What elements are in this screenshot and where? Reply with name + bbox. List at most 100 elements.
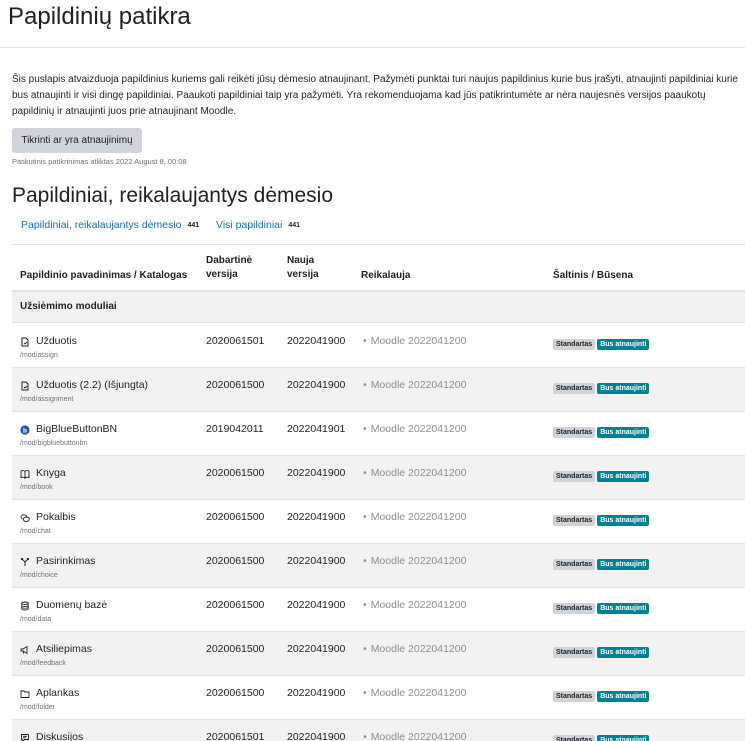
page-title: Papildinių patikra [8,3,191,30]
plugin-name: Duomenų bazė [36,599,108,611]
status-badges: Standartas Bus atnaujinti [553,645,650,658]
requires-item: • Moodle 2022041200 [363,731,466,741]
requires-item: • Moodle 2022041200 [363,335,466,347]
plugin-directory: /mod/folder [20,704,56,711]
forum-icon [20,733,30,741]
source-badge: Standartas [553,559,596,570]
source-badge: Standartas [553,691,596,702]
table-row: b BigBlueButtonBN/mod/bigbluebuttonbn 2019… [12,412,745,456]
current-version: 2020061500 [206,379,265,391]
bullet-icon: • [363,467,367,479]
table-row: Diskusijos/mod/forum20200615012022041900… [12,720,745,741]
database-icon [20,601,30,611]
filters-divider [12,244,745,245]
new-version: 2022041900 [287,335,346,347]
requires-text: Moodle 2022041200 [370,335,467,347]
status-badge: Bus atnaujinti [597,383,650,394]
requires-item: • Moodle 2022041200 [363,423,466,435]
status-badges: Standartas Bus atnaujinti [553,337,650,350]
column-header-current-version: Dabartinė versija [206,254,252,282]
bullet-icon: • [363,511,367,523]
requires-item: • Moodle 2022041200 [363,379,466,391]
folder-icon [20,689,30,699]
assignment-icon [20,337,30,347]
filter-all-link[interactable]: Visi papildiniai 441 [216,219,300,231]
bullet-icon: • [363,423,367,435]
plugin-name: Pasirinkimas [36,555,96,567]
table-row: Pokalbis/mod/chat 2020061500 2022041900 • Mo… [12,500,745,544]
requires-item: • Moodle 2022041200 [363,555,466,567]
plugin-name: Aplankas [36,687,80,699]
intro-text: Šis puslapis atvaizduoja papildinius kur… [12,74,738,117]
requires-text: Moodle 2022041200 [370,511,467,523]
source-badge: Standartas [553,603,596,614]
status-badge: Bus atnaujinti [597,559,650,570]
table-row: Užduotis (2.2) (Išjungta) /mod/assignment… [12,368,745,412]
plugin-name: Užduotis [36,335,77,347]
new-version: 2022041900 [287,511,346,523]
feedback-icon [20,645,30,655]
table-row: Pasirinkimas/mod/choice 2020061500 2022041… [12,544,745,588]
bullet-icon: • [363,731,367,741]
requires-text: Moodle 2022041200 [370,731,467,741]
column-header-current-line2: versija [206,269,238,280]
source-badge: Standartas [553,735,596,741]
current-version: 2019042011 [206,423,264,435]
requires-text: Moodle 2022041200 [370,467,467,479]
requires-text: Moodle 2022041200 [370,555,467,567]
plugin-name: Diskusijos [36,731,84,741]
column-header-new-line1: Nauja [287,255,315,266]
current-version: 2020061501 [206,335,265,347]
bullet-icon: • [363,643,367,655]
column-header-requires: Reikalauja [361,270,411,281]
plugin-directory: /mod/choice [20,572,58,579]
group-row-activity-modules: Užsiėmimo moduliai [12,292,745,323]
section-title: Papildiniai, reikalaujantys dėmesio [12,184,334,207]
status-badges: Standartas Bus atnaujinti [553,469,650,482]
new-version: 2022041900 [287,643,346,655]
requires-text: Moodle 2022041200 [370,599,467,611]
plugin-name: Pokalbis [36,511,76,523]
source-badge: Standartas [553,383,596,394]
status-badge: Bus atnaujinti [597,339,650,350]
status-badges: Standartas Bus atnaujinti [553,733,650,741]
column-header-source-status: Šaltinis / Būsena [553,270,634,281]
requires-text: Moodle 2022041200 [370,379,467,391]
status-badge: Bus atnaujinti [597,515,650,526]
column-header-new-line2: versija [287,269,319,280]
requires-text: Moodle 2022041200 [370,643,467,655]
filter-attention-label: Papildiniai, reikalaujantys dėmesio [21,219,182,231]
plugin-directory: /mod/feedback [20,660,66,667]
status-badges: Standartas Bus atnaujinti [553,513,650,526]
current-version: 2020061500 [206,555,265,567]
current-version: 2020061500 [206,599,265,611]
plugin-directory: /mod/bigbluebuttonbn [20,440,88,447]
column-header-name: Papildinio pavadinimas / Katalogas [20,270,188,281]
status-badge: Bus atnaujinti [597,735,650,741]
requires-item: • Moodle 2022041200 [363,467,466,479]
plugin-name: BigBlueButtonBN [36,423,118,435]
check-for-updates-button[interactable]: Tikrinti ar yra atnaujinimų [12,128,142,153]
status-badges: Standartas Bus atnaujinti [553,601,650,614]
choice-icon [20,557,30,567]
plugin-directory: /mod/assign [20,352,58,359]
table-row: Duomenų bazė/mod/data 2020061500 202204190… [12,588,745,632]
status-badge: Bus atnaujinti [597,647,650,658]
source-badge: Standartas [553,427,596,438]
book-icon [20,469,30,479]
requires-text: Moodle 2022041200 [370,423,467,435]
filter-attention-link[interactable]: Papildiniai, reikalaujantys dėmesio 441 [21,219,199,231]
new-version: 2022041900 [287,687,346,699]
status-badge: Bus atnaujinti [597,691,650,702]
status-badges: Standartas Bus atnaujinti [553,689,650,702]
group-label: Užsiėmimo moduliai [20,301,117,312]
new-version: 2022041900 [287,731,346,741]
chat-icon [20,513,30,523]
current-version: 2020061500 [206,687,265,699]
source-badge: Standartas [553,647,596,658]
source-badge: Standartas [553,339,596,350]
status-badges: Standartas Bus atnaujinti [553,381,650,394]
requires-item: • Moodle 2022041200 [363,599,466,611]
current-version: 2020061500 [206,467,265,479]
plugin-name: Knyga [36,467,66,479]
